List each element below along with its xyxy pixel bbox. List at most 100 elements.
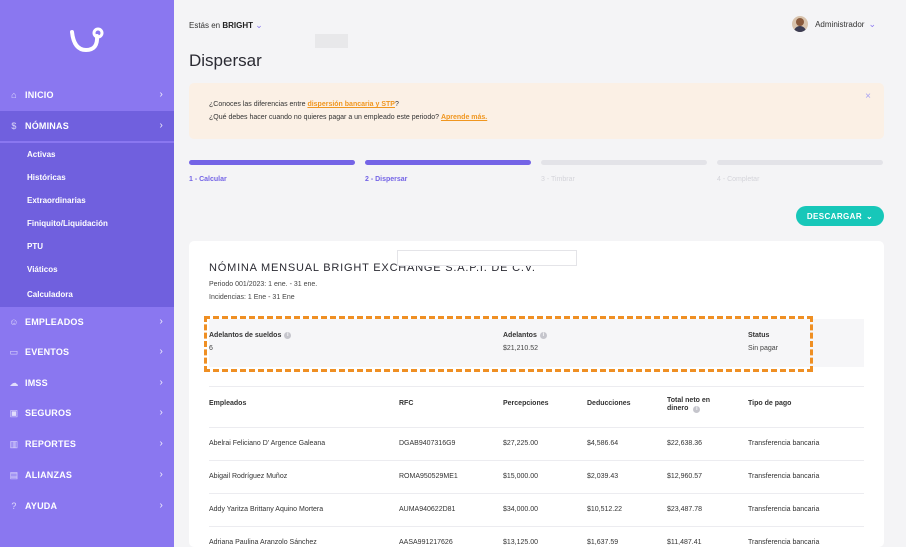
employee-name: Addy Yaritza Brittany Aquino Mortera xyxy=(209,506,324,513)
table-row[interactable]: Abigail Rodríguez Muñoz ROMA950529ME1 $1… xyxy=(209,461,864,494)
sidebar-item-label: INICIO xyxy=(25,90,54,100)
sidebar-item-eventos[interactable]: ▭ EVENTOS › xyxy=(0,337,174,367)
sidebar-subitem-ptu[interactable]: PTU xyxy=(0,235,174,258)
step-bar-1 xyxy=(189,160,355,165)
step-label-2[interactable]: 2 - Dispersar xyxy=(365,176,407,183)
logo-icon[interactable] xyxy=(66,26,106,54)
sidebar-item-ayuda[interactable]: ? AYUDA › xyxy=(0,491,174,521)
table-header: Empleados RFC Percepciones Deducciones T… xyxy=(209,386,864,428)
table-row[interactable]: Addy Yaritza Brittany Aquino Mortera AUM… xyxy=(209,494,864,527)
sidebar-subitem-activas[interactable]: Activas xyxy=(0,143,174,166)
sidebar-subitem-extraordinarias[interactable]: Extraordinarias xyxy=(0,189,174,212)
user-name: Administrador xyxy=(815,19,865,29)
payment-type-value: Transferencia bancaria xyxy=(748,473,820,480)
net-total-value: $23,487.78 xyxy=(667,506,703,513)
table-row[interactable]: Adriana Paulina Aranzolo Sánchez AASA991… xyxy=(209,527,864,547)
info-text: ¿Qué debes hacer cuando no quieres pagar… xyxy=(209,114,441,121)
sidebar-item-inicio[interactable]: ⌂ INICIO › xyxy=(0,80,174,110)
col-header-perceptions: Percepciones xyxy=(503,400,549,407)
employee-name: Abelrai Feliciano D' Argence Galeana xyxy=(209,440,326,447)
col-header-employees: Empleados xyxy=(209,400,247,407)
net-total-value: $11,487.41 xyxy=(667,539,702,546)
payment-type-value: Transferencia bancaria xyxy=(748,506,820,513)
employee-name: Adriana Paulina Aranzolo Sánchez xyxy=(209,539,317,546)
deductions-value: $2,039.43 xyxy=(587,473,619,480)
chevron-right-icon: › xyxy=(159,346,163,357)
deductions-value: $4,586.64 xyxy=(587,440,619,447)
avatar xyxy=(792,16,809,32)
sidebar-item-label: ALIANZAS xyxy=(25,470,73,480)
col-header-payment-type: Tipo de pago xyxy=(748,400,792,407)
highlight-box xyxy=(204,316,813,372)
user-menu[interactable]: Administrador ⌄ xyxy=(792,16,876,32)
bar-chart-icon: ▥ xyxy=(9,438,19,449)
payroll-card: NÓMINA MENSUAL BRIGHT EXCHANGE S.A.P.I. … xyxy=(189,241,884,547)
page-title: Dispersar xyxy=(189,51,262,70)
company-switcher[interactable]: Estás en BRIGHT ⌄ xyxy=(189,20,263,31)
chevron-right-icon: › xyxy=(159,407,163,418)
employee-name: Abigail Rodríguez Muñoz xyxy=(209,473,288,480)
sidebar-subitem-calculadora[interactable]: Calculadora xyxy=(0,281,174,307)
download-button[interactable]: DESCARGAR ⌄ xyxy=(796,206,884,226)
main-content: Estás en BRIGHT ⌄ Administrador ⌄ Disper… xyxy=(174,0,906,547)
payment-type-value: Transferencia bancaria xyxy=(748,440,820,447)
col-header-net-total-text: Total neto en dinero xyxy=(667,397,711,412)
sidebar-item-label: NÓMINAS xyxy=(25,121,69,131)
table-row[interactable]: Abelrai Feliciano D' Argence Galeana DGA… xyxy=(209,428,864,461)
overlay-box xyxy=(397,250,577,266)
dollar-icon: $ xyxy=(11,121,17,131)
col-header-rfc: RFC xyxy=(399,400,414,407)
deductions-value: $10,512.22 xyxy=(587,506,623,513)
employee-rfc: DGAB9407316G9 xyxy=(399,440,456,447)
info-icon[interactable]: i xyxy=(693,406,701,413)
chevron-down-icon: ⌄ xyxy=(866,211,874,221)
info-text: ? xyxy=(394,101,399,108)
step-bar-3 xyxy=(541,160,707,165)
employee-rfc: AUMA940622D81 xyxy=(399,506,456,513)
company-name: BRIGHT xyxy=(222,21,254,30)
sidebar-item-empleados[interactable]: ☺ EMPLEADOS › xyxy=(0,307,174,337)
redacted-block xyxy=(315,34,348,48)
sidebar-subitem-viaticos[interactable]: Viáticos xyxy=(0,258,174,281)
sidebar-subitem-finiquito[interactable]: Finiquito/Liquidación xyxy=(0,212,174,235)
payment-type-value: Transferencia bancaria xyxy=(748,539,820,546)
learn-more-link[interactable]: Aprende más. xyxy=(441,114,487,121)
perceptions-value: $13,125.00 xyxy=(503,539,539,546)
chevron-right-icon: › xyxy=(159,316,163,327)
perceptions-value: $27,225.00 xyxy=(503,440,539,447)
step-label-1[interactable]: 1 - Calcular xyxy=(189,176,227,183)
col-header-net-total: Total neto en dinero i xyxy=(667,397,722,413)
info-text: ¿Conoces las diferencias entre xyxy=(209,101,308,108)
chevron-right-icon: › xyxy=(159,469,163,480)
briefcase-icon: ▣ xyxy=(9,407,19,418)
gift-icon: ▤ xyxy=(9,469,19,480)
col-header-deductions: Deducciones xyxy=(587,400,631,407)
deductions-value: $1,637.59 xyxy=(587,539,619,546)
info-line-1: ¿Conoces las diferencias entre dispersió… xyxy=(209,101,399,108)
stp-link[interactable]: dispersión bancaria y STP xyxy=(307,101,395,108)
sidebar-item-alianzas[interactable]: ▤ ALIANZAS › xyxy=(0,460,174,490)
sidebar-item-reportes[interactable]: ▥ REPORTES › xyxy=(0,429,174,459)
payroll-incidencias: Incidencias: 1 Ene - 31 Ene xyxy=(209,294,295,301)
chevron-right-icon: › xyxy=(159,438,163,449)
step-bar-4 xyxy=(717,160,883,165)
chevron-right-icon: › xyxy=(159,500,163,511)
calendar-icon: ▭ xyxy=(9,346,19,357)
sidebar: ⌂ INICIO › $ NÓMINAS › Activas Histórica… xyxy=(0,0,174,547)
net-total-value: $12,960.57 xyxy=(667,473,703,480)
chevron-down-icon: ⌄ xyxy=(868,18,876,29)
sidebar-item-seguros[interactable]: ▣ SEGUROS › xyxy=(0,398,174,428)
close-icon[interactable]: × xyxy=(865,91,871,102)
sidebar-item-imss[interactable]: ☁ IMSS › xyxy=(0,368,174,398)
sidebar-subitem-historicas[interactable]: Históricas xyxy=(0,166,174,189)
step-label-3: 3 - Timbrar xyxy=(541,176,575,183)
sidebar-item-label: REPORTES xyxy=(25,439,77,449)
step-bar-2 xyxy=(365,160,531,165)
sidebar-item-label: IMSS xyxy=(25,378,48,388)
employee-rfc: ROMA950529ME1 xyxy=(399,473,458,480)
chevron-right-icon: › xyxy=(159,120,163,131)
user-icon: ☺ xyxy=(9,317,19,327)
info-line-2: ¿Qué debes hacer cuando no quieres pagar… xyxy=(209,114,487,121)
sidebar-item-nominas[interactable]: $ NÓMINAS › xyxy=(0,111,174,141)
download-label: DESCARGAR xyxy=(806,211,863,221)
